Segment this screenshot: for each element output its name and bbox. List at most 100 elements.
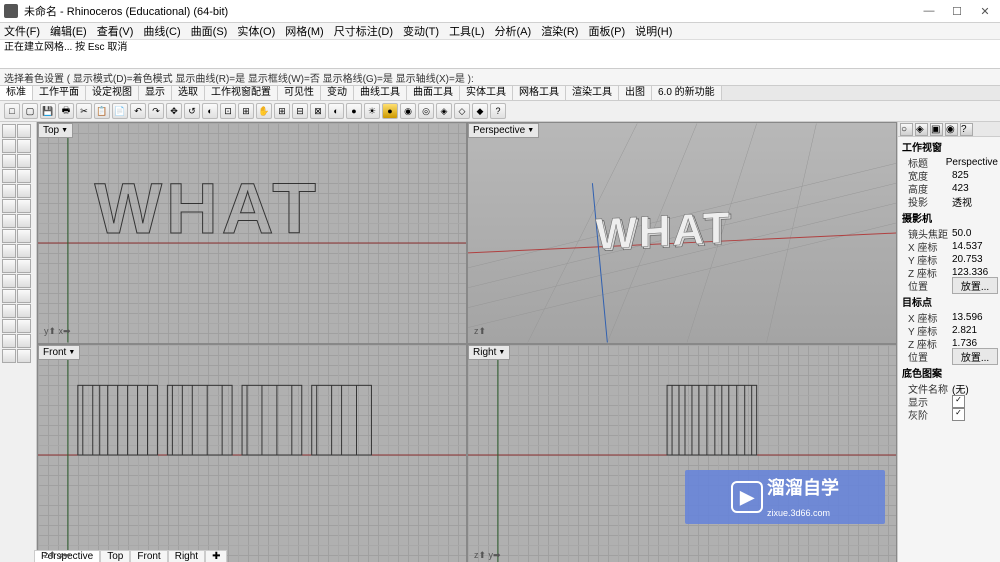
vptab-add[interactable]: ✚ bbox=[205, 550, 227, 562]
tool-ungroup[interactable] bbox=[17, 349, 31, 363]
menu-help[interactable]: 说明(H) bbox=[635, 23, 672, 39]
tab-select[interactable]: 选取 bbox=[172, 86, 205, 100]
tool-torus[interactable] bbox=[17, 229, 31, 243]
tool-join[interactable] bbox=[2, 289, 16, 303]
tool-scale[interactable] bbox=[17, 334, 31, 348]
tool-undo[interactable]: ↶ bbox=[130, 103, 146, 119]
tab-curvetools[interactable]: 曲线工具 bbox=[354, 86, 407, 100]
tool-pointer[interactable] bbox=[2, 124, 16, 138]
menu-edit[interactable]: 编辑(E) bbox=[50, 23, 87, 39]
tool-sun[interactable]: ☀ bbox=[364, 103, 380, 119]
tool-mirror[interactable] bbox=[17, 319, 31, 333]
tool-save[interactable]: 💾 bbox=[40, 103, 56, 119]
menu-analyze[interactable]: 分析(A) bbox=[495, 23, 532, 39]
minimize-button[interactable]: — bbox=[922, 5, 936, 18]
tool-copy[interactable]: 📋 bbox=[94, 103, 110, 119]
tool-shade[interactable]: ◐ bbox=[202, 103, 218, 119]
tool-mat[interactable]: ◎ bbox=[418, 103, 434, 119]
tool-zoomext[interactable]: ⊡ bbox=[220, 103, 236, 119]
tool-cone[interactable] bbox=[2, 229, 16, 243]
tool-cut[interactable]: ✂ bbox=[76, 103, 92, 119]
tool-lasso[interactable] bbox=[17, 124, 31, 138]
tool-move[interactable]: ✥ bbox=[166, 103, 182, 119]
tool-pan[interactable]: ✋ bbox=[256, 103, 272, 119]
tab-solidtools[interactable]: 实体工具 bbox=[460, 86, 513, 100]
viewport-front[interactable]: Front▼ z⬆ x➡ bbox=[38, 345, 466, 562]
tab-transform[interactable]: 变动 bbox=[321, 86, 354, 100]
tool-array[interactable] bbox=[2, 334, 16, 348]
viewport-right-label[interactable]: Right▼ bbox=[468, 345, 510, 360]
tool-curve[interactable] bbox=[2, 184, 16, 198]
menu-file[interactable]: 文件(F) bbox=[4, 23, 40, 39]
menu-solid[interactable]: 实体(O) bbox=[237, 23, 275, 39]
menu-render[interactable]: 渲染(R) bbox=[541, 23, 578, 39]
tool-offset[interactable] bbox=[2, 319, 16, 333]
tool-zoomwin[interactable]: ⊞ bbox=[238, 103, 254, 119]
viewport-perspective[interactable]: Perspective▼ WHAT WHAT z⬆ bbox=[468, 123, 896, 343]
tool-rotate[interactable]: ↺ bbox=[184, 103, 200, 119]
tool-line[interactable] bbox=[2, 139, 16, 153]
vptab-top[interactable]: Top bbox=[100, 550, 130, 562]
tool-explode[interactable] bbox=[17, 289, 31, 303]
tool-circle[interactable] bbox=[2, 154, 16, 168]
help-icon[interactable]: ? bbox=[960, 123, 973, 136]
tool-new[interactable]: □ bbox=[4, 103, 20, 119]
tool-help[interactable]: ? bbox=[490, 103, 506, 119]
tool-redo[interactable]: ↷ bbox=[148, 103, 164, 119]
tool-split[interactable] bbox=[17, 274, 31, 288]
tab-rendertools[interactable]: 渲染工具 bbox=[566, 86, 619, 100]
menu-panels[interactable]: 面板(P) bbox=[588, 23, 625, 39]
tab-setview[interactable]: 设定视图 bbox=[86, 86, 139, 100]
tab-newin6[interactable]: 6.0 的新功能 bbox=[652, 86, 722, 100]
viewport-right[interactable]: Right▼ z⬆ y➡ bbox=[468, 345, 896, 562]
menu-tools[interactable]: 工具(L) bbox=[449, 23, 484, 39]
props-icon[interactable]: ○ bbox=[900, 123, 913, 136]
tool-interp[interactable] bbox=[17, 184, 31, 198]
tool-fillet[interactable] bbox=[2, 304, 16, 318]
tool-env[interactable]: ◈ bbox=[436, 103, 452, 119]
menu-transform[interactable]: 变动(T) bbox=[403, 23, 439, 39]
tab-display[interactable]: 显示 bbox=[139, 86, 172, 100]
checkbox-show[interactable]: ✓ bbox=[952, 395, 965, 408]
tool-paste[interactable]: 📄 bbox=[112, 103, 128, 119]
menu-dim[interactable]: 尺寸标注(D) bbox=[334, 23, 393, 39]
tool-light[interactable]: ◉ bbox=[400, 103, 416, 119]
tool-cyl[interactable] bbox=[17, 214, 31, 228]
tool-print[interactable]: 🖶 bbox=[58, 103, 74, 119]
tab-visibility[interactable]: 可见性 bbox=[278, 86, 321, 100]
tab-meshtools[interactable]: 网格工具 bbox=[513, 86, 566, 100]
tool-wire[interactable]: ◐ bbox=[328, 103, 344, 119]
tool-trim[interactable] bbox=[2, 274, 16, 288]
viewport-top-label[interactable]: Top▼ bbox=[38, 123, 73, 138]
tool-rect[interactable] bbox=[2, 169, 16, 183]
checkbox-gray[interactable]: ✓ bbox=[952, 408, 965, 421]
tab-layout[interactable]: 工作视窗配置 bbox=[205, 86, 278, 100]
viewport-persp-label[interactable]: Perspective▼ bbox=[468, 123, 539, 138]
tool-grid2[interactable]: ⊟ bbox=[292, 103, 308, 119]
tool-sweep[interactable] bbox=[17, 259, 31, 273]
viewport-top[interactable]: Top▼ WHAT y⬆ x➡ bbox=[38, 123, 466, 343]
menu-view[interactable]: 查看(V) bbox=[97, 23, 134, 39]
tab-surftools[interactable]: 曲面工具 bbox=[407, 86, 460, 100]
command-options[interactable]: 选择着色设置 ( 显示模式(D)=着色模式 显示曲线(R)=是 显示框线(W)=… bbox=[0, 69, 1000, 86]
menu-mesh[interactable]: 网格(M) bbox=[285, 23, 324, 39]
tool-grid1[interactable]: ⊞ bbox=[274, 103, 290, 119]
display-icon[interactable]: ▣ bbox=[930, 123, 943, 136]
menu-curve[interactable]: 曲线(C) bbox=[143, 23, 180, 39]
tool-group[interactable] bbox=[2, 349, 16, 363]
vptab-front[interactable]: Front bbox=[130, 550, 167, 562]
tool-sphere2[interactable] bbox=[2, 214, 16, 228]
render-icon[interactable]: ◉ bbox=[945, 123, 958, 136]
tool-open[interactable]: ▢ bbox=[22, 103, 38, 119]
menu-surface[interactable]: 曲面(S) bbox=[191, 23, 228, 39]
tool-render[interactable]: ● bbox=[346, 103, 362, 119]
maximize-button[interactable]: ☐ bbox=[950, 5, 964, 18]
tool-grid3[interactable]: ⊠ bbox=[310, 103, 326, 119]
tool-polyline[interactable] bbox=[17, 139, 31, 153]
vptab-right[interactable]: Right bbox=[168, 550, 205, 562]
close-button[interactable]: ✕ bbox=[978, 5, 992, 18]
tab-standard[interactable]: 标准 bbox=[0, 86, 33, 100]
tool-revolve[interactable] bbox=[17, 244, 31, 258]
tool-extrude[interactable] bbox=[2, 244, 16, 258]
tool-arc[interactable] bbox=[17, 154, 31, 168]
